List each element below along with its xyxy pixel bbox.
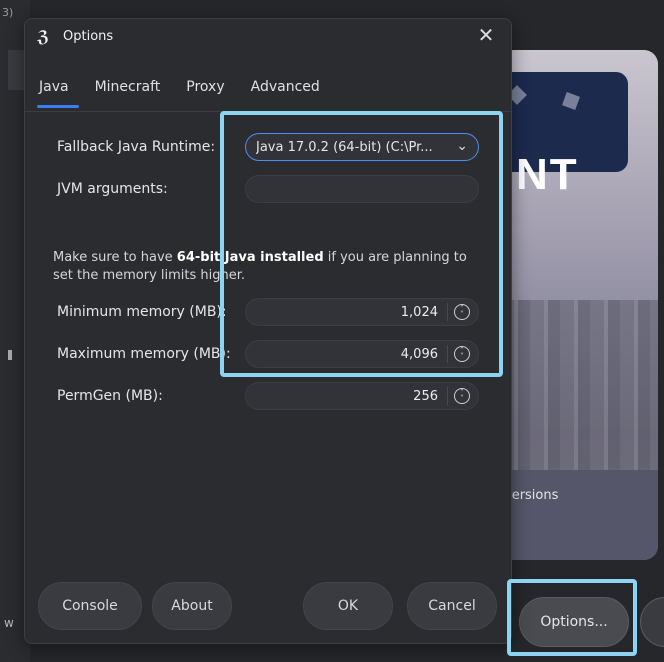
- screen: 3) w NT versions Options... ℨ Options ✕ …: [0, 0, 664, 662]
- banner-text: NT: [516, 150, 579, 199]
- launcher-versions-text: versions: [504, 488, 559, 503]
- launcher-banner: NT: [500, 72, 628, 199]
- launcher-options-button[interactable]: Options...: [519, 597, 629, 647]
- close-icon[interactable]: ✕: [475, 25, 497, 47]
- launcher-news-panel[interactable]: NT versions: [500, 50, 658, 560]
- dialog-title: Options: [63, 29, 114, 44]
- note-bold: 64-bit Java installed: [176, 250, 324, 265]
- tab-java[interactable]: Java: [37, 77, 79, 108]
- max-memory-value: 4,096: [400, 346, 438, 362]
- fallback-runtime-value: Java 17.0.2 (64-bit) (C:\Pr...: [256, 139, 433, 155]
- spinner-divider: [447, 387, 448, 405]
- launcher-extra-button[interactable]: [640, 597, 664, 647]
- ok-button[interactable]: OK: [303, 582, 393, 630]
- banner-diamond-shape: [562, 92, 580, 110]
- max-memory-spinner[interactable]: 4,096 ˄ ˅: [245, 340, 479, 368]
- console-button[interactable]: Console: [38, 582, 142, 630]
- permgen-value: 256: [413, 388, 438, 404]
- permgen-label: PermGen (MB):: [57, 388, 163, 404]
- max-memory-label: Maximum memory (MB):: [57, 346, 231, 362]
- min-memory-value: 1,024: [400, 304, 438, 320]
- launcher-panel-footer: [500, 470, 658, 560]
- tab-divider: [25, 111, 511, 112]
- spinner-updown-icon[interactable]: ˄ ˅: [454, 346, 470, 362]
- permgen-spinner[interactable]: 256 ˄ ˅: [245, 382, 479, 410]
- tab-minecraft[interactable]: Minecraft: [95, 77, 161, 105]
- launcher-corner-text: 3): [2, 6, 14, 19]
- dialog-titlebar[interactable]: ℨ Options ✕: [25, 19, 511, 55]
- spinner-divider: [447, 303, 448, 321]
- launcher-side-text: w: [4, 616, 14, 630]
- spinner-updown-icon[interactable]: ˄ ˅: [454, 388, 470, 404]
- note-prefix: Make sure to have: [53, 250, 177, 265]
- cancel-button[interactable]: Cancel: [407, 582, 497, 630]
- min-memory-label: Minimum memory (MB):: [57, 304, 227, 320]
- jvm-arguments-input[interactable]: [245, 175, 479, 203]
- tab-proxy[interactable]: Proxy: [186, 77, 224, 105]
- tab-advanced[interactable]: Advanced: [251, 77, 320, 105]
- memory-note: Make sure to have 64-bit Java installed …: [53, 249, 483, 285]
- app-icon: ℨ: [37, 27, 50, 46]
- jvm-arguments-label: JVM arguments:: [57, 181, 168, 197]
- about-button[interactable]: About: [152, 582, 232, 630]
- launcher-background-art: [500, 300, 658, 480]
- fallback-runtime-label: Fallback Java Runtime:: [57, 139, 216, 155]
- fallback-runtime-select[interactable]: Java 17.0.2 (64-bit) (C:\Pr... ⌄: [245, 133, 479, 161]
- min-memory-spinner[interactable]: 1,024 ˄ ˅: [245, 298, 479, 326]
- chevron-down-icon: ⌄: [456, 138, 468, 154]
- options-dialog: ℨ Options ✕ Java Minecraft Proxy Advance…: [24, 18, 512, 644]
- spinner-divider: [447, 345, 448, 363]
- options-tabs: Java Minecraft Proxy Advanced: [37, 77, 346, 111]
- spinner-updown-icon[interactable]: ˄ ˅: [454, 304, 470, 320]
- launcher-side-mark: [8, 350, 12, 360]
